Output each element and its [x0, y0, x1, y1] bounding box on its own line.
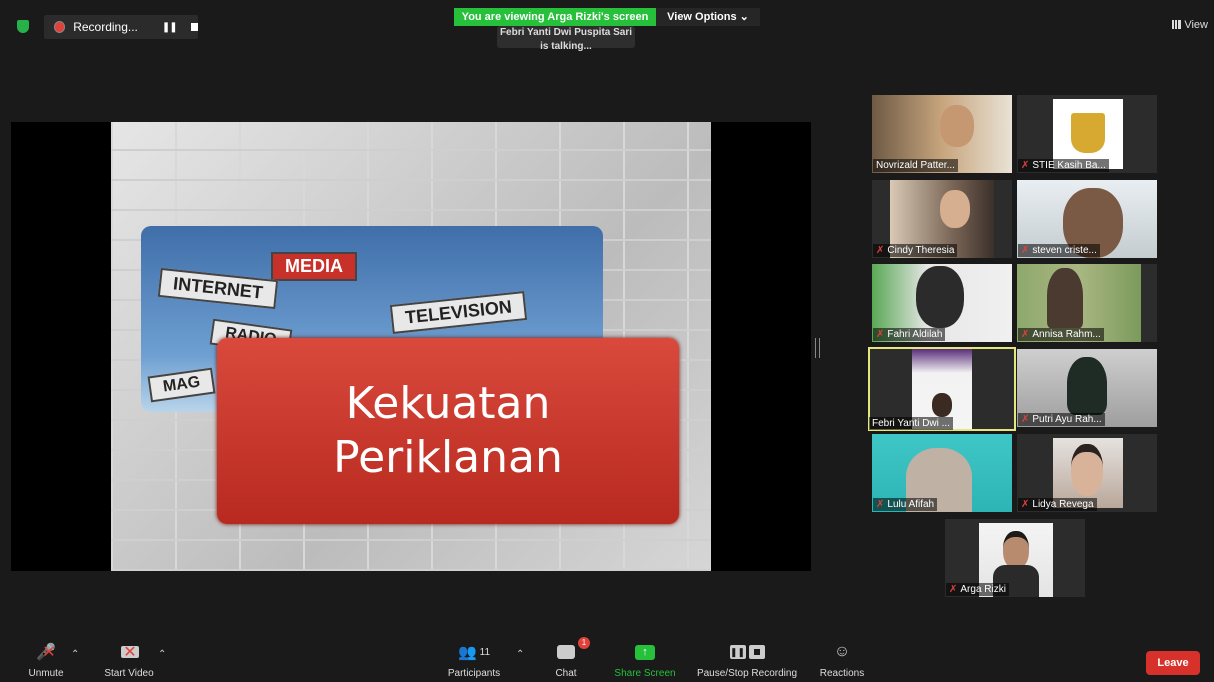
mic-muted-icon: ✗ — [1021, 499, 1030, 510]
pause-stop-recording-button[interactable]: ❚❚ Pause/Stop Recording — [692, 641, 802, 679]
viewing-banner: You are viewing Arga Rizki's screen — [454, 8, 656, 26]
reactions-label: Reactions — [819, 668, 865, 679]
chat-button[interactable]: 1 Chat — [548, 637, 590, 679]
unmute-button[interactable]: 🎤 ✕ Unmute — [22, 641, 70, 679]
mic-muted-icon: ✗ — [876, 245, 885, 256]
participant-tile[interactable]: ✗ Lidya Revega — [1017, 434, 1157, 512]
participant-name: Febri Yanti Dwi ... — [869, 417, 953, 430]
participant-tile[interactable]: ✗ Putri Ayu Rah... — [1017, 349, 1157, 427]
video-off-icon: ✕ — [98, 641, 160, 663]
leave-button[interactable]: Leave — [1146, 651, 1200, 675]
participant-video — [940, 105, 974, 147]
sign-magazine: MAG — [147, 367, 216, 403]
active-speaker-tile[interactable]: Febri Yanti Dwi ... — [868, 347, 1016, 431]
participant-tile[interactable]: ✗ steven criste... — [1017, 180, 1157, 258]
sign-television: TELEVISION — [389, 291, 528, 334]
participants-icon: 👥 11 — [457, 644, 491, 661]
participant-name: ✗ Cindy Theresia — [873, 244, 958, 257]
share-screen-button[interactable]: ↑ Share Screen — [610, 641, 680, 679]
view-label: View — [1184, 19, 1208, 31]
start-video-label: Start Video — [104, 668, 154, 679]
pause-icon[interactable]: ❚❚ — [162, 22, 178, 33]
sign-internet: INTERNET — [157, 267, 279, 310]
share-screen-label: Share Screen — [614, 668, 676, 679]
participant-tile[interactable]: ✗ STIE Kasih Ba... — [1017, 95, 1157, 173]
mic-muted-icon: 🎤 ✕ — [36, 644, 57, 661]
participant-name: ✗ Lidya Revega — [1018, 498, 1097, 511]
shared-screen: MEDIA INTERNET TELEVISION RADIO MAG Keku… — [11, 122, 811, 571]
participant-name: ✗ Lulu Afifah — [873, 498, 938, 511]
participant-name: ✗ STIE Kasih Ba... — [1018, 159, 1109, 172]
mic-muted-icon: ✗ — [1021, 414, 1030, 425]
grid-icon — [1172, 20, 1182, 29]
audio-options-chevron-up-icon[interactable]: ⌃ — [71, 649, 79, 660]
mic-muted-icon: ✗ — [1021, 245, 1030, 256]
participant-tile[interactable]: Novrizald Patter... — [872, 95, 1012, 173]
participant-video — [1067, 357, 1107, 415]
reactions-icon: ☺ — [833, 643, 851, 660]
record-dot-icon — [54, 21, 66, 33]
participant-name: ✗ Fahri Aldilah — [873, 328, 946, 341]
participant-name: Novrizald Patter... — [873, 159, 958, 172]
presentation-slide: MEDIA INTERNET TELEVISION RADIO MAG Keku… — [111, 122, 711, 571]
participant-name: ✗ Arga Rizki — [946, 583, 1009, 596]
video-options-chevron-up-icon[interactable]: ⌃ — [158, 649, 166, 660]
participant-tile[interactable]: ✗ Annisa Rahm... — [1017, 264, 1157, 342]
view-options-button[interactable]: View Options ⌄ — [656, 8, 760, 26]
meeting-toolbar: 🎤 ✕ Unmute ⌃ ✕ Start Video ⌃ 👥 11 Particip… — [0, 632, 1214, 682]
chat-icon: 1 — [548, 637, 590, 663]
participants-chevron-up-icon[interactable]: ⌃ — [516, 649, 524, 660]
recording-indicator: Recording... ❚❚ — [44, 15, 198, 39]
view-button[interactable]: View — [1172, 19, 1208, 31]
start-video-button[interactable]: ✕ Start Video — [98, 641, 160, 679]
stop-icon[interactable] — [190, 23, 198, 31]
participant-tile[interactable]: ✗ Cindy Theresia — [872, 180, 1012, 258]
participant-name: ✗ steven criste... — [1018, 244, 1100, 257]
unmute-label: Unmute — [28, 668, 64, 679]
mic-muted-icon: ✗ — [1021, 329, 1030, 340]
panel-resize-handle[interactable] — [815, 338, 820, 358]
sign-media: MEDIA — [271, 252, 357, 281]
talking-indicator: Febri Yanti Dwi Puspita Sari is talking.… — [497, 26, 635, 52]
mic-muted-icon: ✗ — [876, 499, 885, 510]
participants-label: Participants — [447, 668, 501, 679]
top-bar: Recording... ❚❚ You are viewing Arga Riz… — [0, 0, 1214, 52]
mic-muted-icon: ✗ — [1021, 160, 1030, 171]
pause-stop-label: Pause/Stop Recording — [696, 668, 798, 679]
slide-title-line2: Periklanan — [333, 432, 563, 483]
participant-tile[interactable]: ✗ Arga Rizki — [945, 519, 1085, 597]
security-shield-icon[interactable] — [17, 20, 29, 33]
reactions-button[interactable]: ☺ Reactions — [816, 641, 868, 679]
mic-muted-icon: ✗ — [876, 329, 885, 340]
participant-name: ✗ Putri Ayu Rah... — [1018, 413, 1105, 426]
chat-unread-badge: 1 — [578, 637, 590, 649]
share-screen-icon: ↑ — [610, 641, 680, 663]
participant-video — [916, 266, 964, 328]
participant-tile[interactable]: ✗ Fahri Aldilah — [872, 264, 1012, 342]
mic-muted-icon: ✗ — [949, 584, 958, 595]
participant-name: ✗ Annisa Rahm... — [1018, 328, 1104, 341]
pause-stop-icon: ❚❚ — [692, 641, 802, 663]
slide-title-line1: Kekuatan — [345, 378, 551, 429]
participants-count: 11 — [479, 646, 491, 658]
slide-title-box: Kekuatan Periklanan — [217, 338, 679, 524]
chat-label: Chat — [555, 668, 577, 679]
participant-tile[interactable]: ✗ Lulu Afifah — [872, 434, 1012, 512]
recording-label: Recording... — [73, 20, 138, 34]
participants-button[interactable]: 👥 11 Participants — [442, 641, 506, 679]
